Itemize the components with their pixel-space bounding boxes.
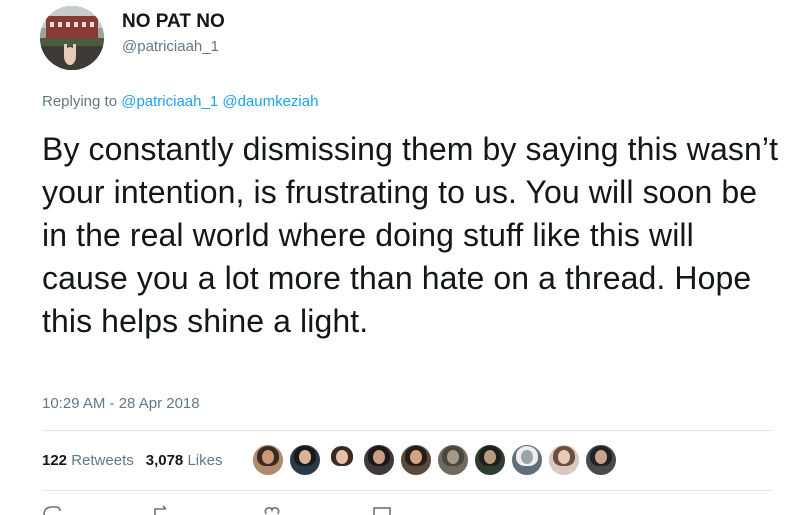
retweet-icon[interactable] xyxy=(152,505,172,515)
tweet-header: NO PAT NO @patriciaah_1 xyxy=(40,6,225,70)
mention-link-2[interactable]: @daumkeziah xyxy=(222,93,318,110)
likes-stat[interactable]: 3,078 Likes xyxy=(146,452,223,469)
retweets-label: Retweets xyxy=(71,451,134,469)
replying-to-line: Replying to @patriciaah_1 @daumkeziah xyxy=(42,93,318,110)
liker-avatar-1[interactable] xyxy=(252,444,285,476)
display-name[interactable]: NO PAT NO xyxy=(122,10,225,34)
profile-avatar-image xyxy=(40,6,104,70)
profile-avatar[interactable] xyxy=(40,6,104,70)
retweets-count: 122 xyxy=(42,451,68,469)
liker-avatar-4[interactable] xyxy=(363,444,396,476)
user-names: NO PAT NO @patriciaah_1 xyxy=(122,6,225,58)
reply-icon[interactable] xyxy=(42,505,62,515)
divider-top xyxy=(42,430,772,431)
tweet-actions xyxy=(42,505,392,515)
liker-avatar-5[interactable] xyxy=(400,444,433,476)
tweet-text: By constantly dismissing them by saying … xyxy=(42,131,779,339)
like-icon[interactable] xyxy=(262,505,282,515)
likes-count: 3,078 xyxy=(145,451,184,469)
tweet-stats: 122 Retweets 3,078 Likes xyxy=(42,440,622,480)
tweet-timestamp[interactable]: 10:29 AM - 28 Apr 2018 xyxy=(42,395,200,412)
user-handle[interactable]: @patriciaah_1 xyxy=(122,36,225,58)
mention-link-1[interactable]: @patriciaah_1 xyxy=(121,93,218,110)
message-icon[interactable] xyxy=(372,505,392,515)
liker-avatar-9[interactable] xyxy=(548,444,581,476)
liker-avatar-6[interactable] xyxy=(437,444,470,476)
divider-bottom xyxy=(42,490,772,491)
liker-avatar-2[interactable] xyxy=(289,444,322,476)
likers-avatars xyxy=(252,444,622,476)
likes-label: Likes xyxy=(187,451,223,469)
retweets-stat[interactable]: 122 Retweets xyxy=(42,452,134,469)
liker-avatar-3[interactable] xyxy=(326,444,359,476)
liker-avatar-7[interactable] xyxy=(474,444,507,476)
liker-avatar-10[interactable] xyxy=(585,444,618,476)
liker-avatar-8[interactable] xyxy=(511,444,544,476)
tweet-page: NO PAT NO @patriciaah_1 Replying to @pat… xyxy=(0,0,800,515)
replying-to-label: Replying to xyxy=(42,93,118,110)
